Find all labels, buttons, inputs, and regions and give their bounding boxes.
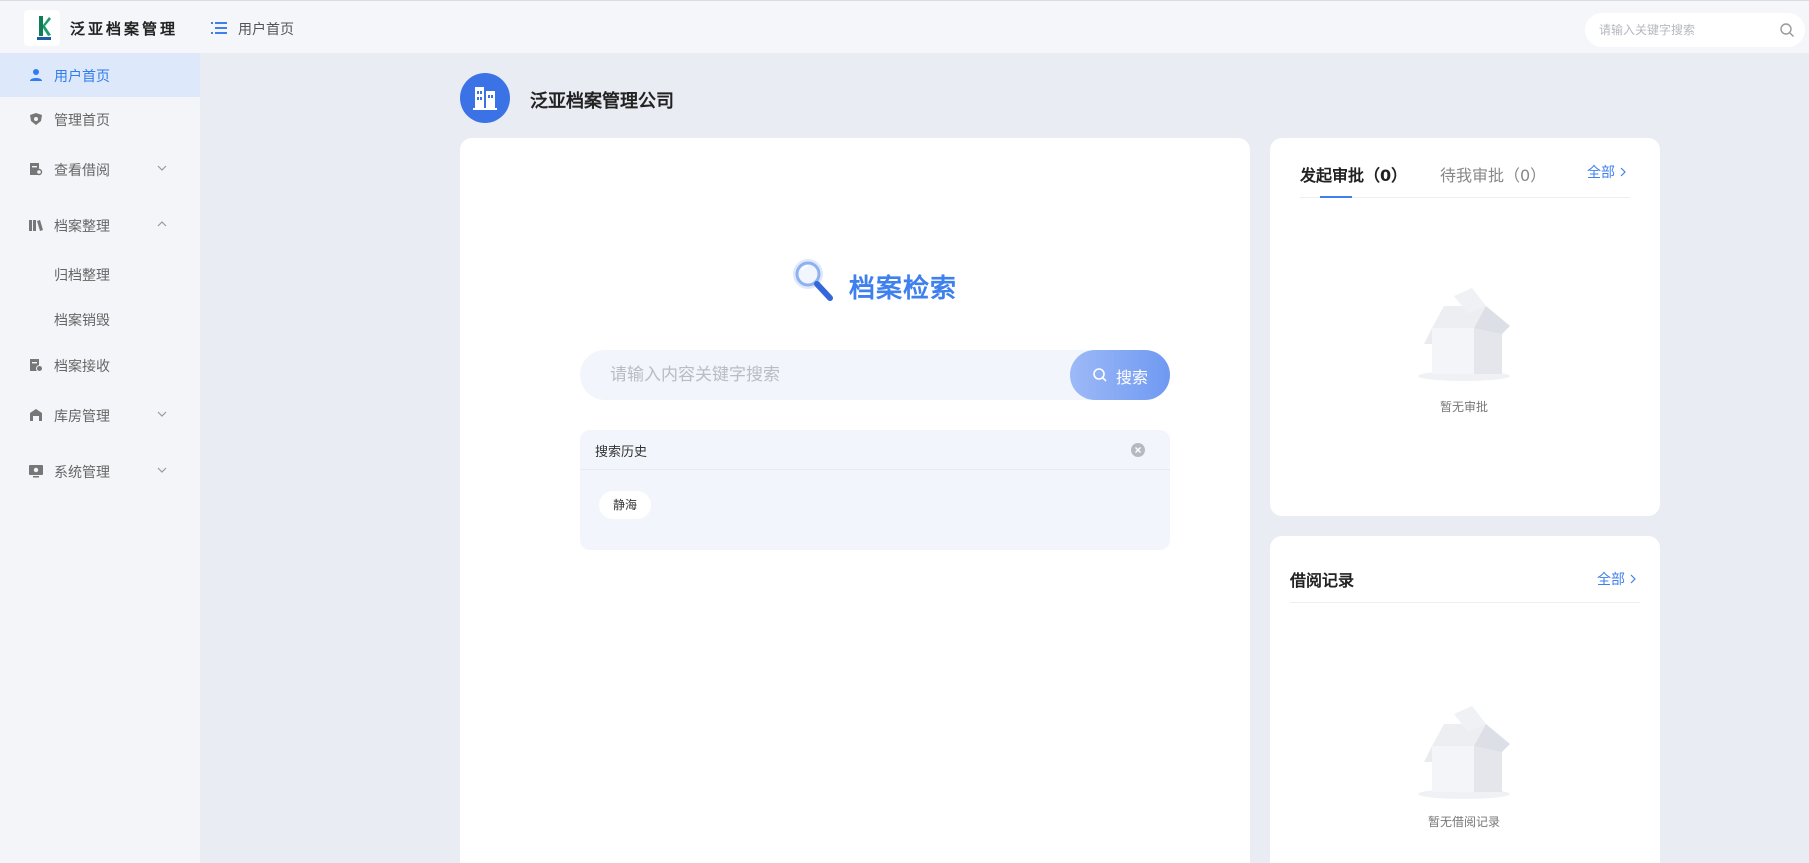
sidebar-item-system[interactable]: 系统管理 (0, 449, 200, 493)
clear-history-icon[interactable] (1130, 442, 1146, 458)
company-name: 泛亚档案管理公司 (530, 91, 674, 112)
search-heading: 档案检索 (790, 256, 970, 306)
active-tab-indicator (1320, 196, 1352, 198)
archive-search-bar: 搜索 (580, 350, 1170, 400)
building-icon (473, 87, 497, 110)
all-link-label: 全部 (1597, 572, 1625, 588)
menu-collapse-icon[interactable] (211, 20, 227, 34)
chevron-down-icon (157, 467, 167, 473)
document-search-icon (30, 163, 43, 176)
chevron-down-icon (157, 165, 167, 171)
search-history: 搜索历史 静海 (580, 430, 1170, 550)
magnifier-icon (793, 259, 833, 301)
chevron-right-icon (1621, 167, 1627, 177)
search-button-label: 搜索 (1116, 370, 1149, 387)
shield-icon (30, 113, 42, 125)
borrow-records-title: 借阅记录 (1290, 571, 1355, 590)
logo-icon (37, 16, 51, 40)
global-search (1585, 13, 1805, 47)
sidebar-item-archive-organize[interactable]: 档案整理 (0, 203, 200, 247)
sidebar-item-admin-home[interactable]: 管理首页 (0, 97, 200, 141)
tab-initiated-approval[interactable]: 发起审批（0） (1300, 162, 1407, 186)
search-title: 档案检索 (849, 274, 958, 304)
empty-box-icon (1418, 706, 1510, 799)
breadcrumb: 用户首页 (238, 22, 294, 38)
settings-monitor-icon (29, 465, 43, 478)
sidebar-subitem-filing[interactable]: 归档整理 (0, 252, 200, 296)
search-icon[interactable] (1779, 22, 1795, 38)
global-search-input[interactable] (1599, 21, 1769, 39)
chevron-up-icon (157, 221, 167, 227)
sidebar-item-warehouse[interactable]: 库房管理 (0, 393, 200, 437)
approval-all-link[interactable]: 全部 (1587, 162, 1627, 182)
approval-card: 发起审批（0） 待我审批（0） 全部 暂无审批 (1270, 138, 1660, 516)
sidebar-item-label: 系统管理 (54, 465, 110, 481)
borrow-divider (1290, 602, 1640, 603)
search-history-title: 搜索历史 (595, 445, 648, 460)
warehouse-icon (30, 409, 42, 421)
empty-borrow-text: 暂无借阅记录 (1428, 815, 1501, 829)
sidebar-item-view-borrow[interactable]: 查看借阅 (0, 147, 200, 191)
borrow-all-link[interactable]: 全部 (1597, 569, 1637, 589)
all-link-label: 全部 (1587, 165, 1615, 181)
user-icon (30, 69, 42, 81)
company-avatar (460, 73, 510, 123)
empty-box-icon (1418, 288, 1510, 381)
search-button[interactable]: 搜索 (1070, 350, 1170, 400)
empty-approval-text: 暂无审批 (1440, 400, 1489, 414)
chevron-right-icon (1631, 574, 1637, 584)
sidebar-item-archive-receive[interactable]: 档案接收 (0, 343, 200, 387)
sidebar-subitem-destroy[interactable]: 档案销毁 (0, 297, 200, 341)
archive-search-card: 档案检索 搜索 搜索历史 静海 (460, 138, 1250, 863)
search-history-header: 搜索历史 (580, 430, 1170, 470)
logo (24, 10, 60, 46)
books-icon (29, 220, 43, 231)
archive-search-input[interactable] (610, 364, 1050, 386)
sidebar-item-label: 归档整理 (54, 268, 110, 284)
borrow-records-card: 借阅记录 全部 暂无借阅记录 (1270, 536, 1660, 863)
sidebar-item-label: 库房管理 (54, 409, 110, 425)
chevron-down-icon (157, 411, 167, 417)
sidebar-item-label: 用户首页 (54, 69, 110, 85)
sidebar-item-user-home[interactable]: 用户首页 (0, 53, 200, 97)
search-icon (1093, 368, 1107, 382)
sidebar-item-label: 查看借阅 (54, 163, 110, 179)
history-tag[interactable]: 静海 (599, 491, 652, 519)
sidebar-item-label: 档案接收 (54, 359, 110, 375)
document-settings-icon (30, 359, 43, 372)
top-header: 泛亚档案管理 用户首页 (0, 0, 1809, 53)
sidebar-item-label: 档案销毁 (54, 313, 110, 329)
app-title: 泛亚档案管理 (70, 20, 179, 38)
sidebar: 用户首页 管理首页 查看借阅 档案整理 归档整理 档案销毁 档案接收 库房管理 … (0, 53, 200, 863)
tab-pending-approval[interactable]: 待我审批（0） (1440, 162, 1546, 186)
sidebar-item-label: 管理首页 (54, 113, 110, 129)
sidebar-item-label: 档案整理 (54, 219, 110, 235)
